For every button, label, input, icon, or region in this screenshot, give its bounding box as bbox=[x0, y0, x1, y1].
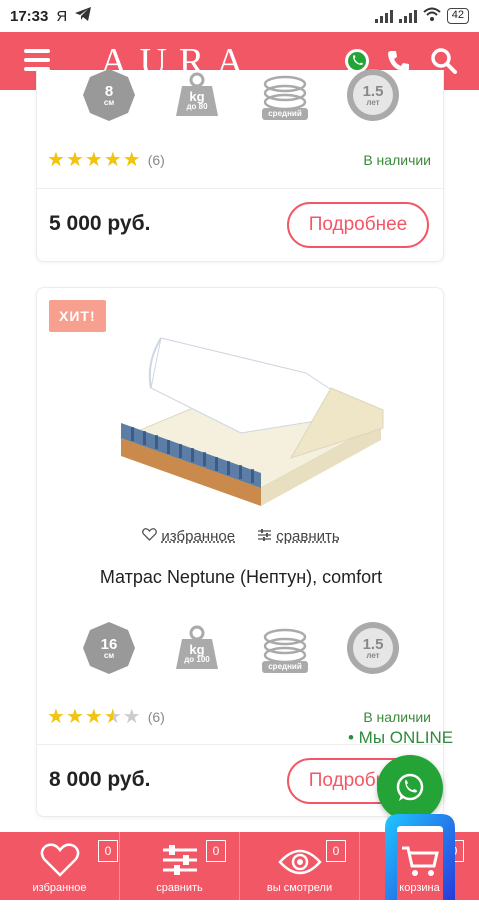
nav-label: сравнить bbox=[156, 882, 203, 894]
compare-count: 0 bbox=[206, 840, 226, 862]
star-icon: ★ bbox=[84, 149, 103, 171]
price: 5 000 руб. bbox=[49, 212, 151, 235]
firmness-badge: средний bbox=[256, 66, 314, 124]
product-specs: 8 см kg до 80 средний 1.5 лет bbox=[37, 66, 445, 124]
heart-icon bbox=[142, 528, 158, 541]
product-image[interactable] bbox=[91, 328, 391, 523]
weight-badge: kg до 80 bbox=[168, 66, 226, 124]
height-badge: 8 см bbox=[80, 66, 138, 124]
status-time: 17:33 bbox=[10, 7, 49, 25]
product-actions: избранное сравнить bbox=[37, 528, 445, 545]
signal-icon bbox=[374, 9, 393, 23]
rating-stars: ★ ★ ★ ★ ★ (6) bbox=[47, 150, 165, 170]
product-card: 8 см kg до 80 средний 1.5 лет ★ ★ ★ ★ ★ (6)… bbox=[36, 69, 445, 262]
star-icon: ★ bbox=[84, 706, 103, 728]
compare-link[interactable]: сравнить bbox=[257, 528, 340, 545]
eye-icon bbox=[277, 849, 322, 875]
nav-label: вы смотрели bbox=[266, 882, 333, 894]
star-icon: ★ bbox=[47, 149, 65, 171]
warranty-badge: 1.5 лет bbox=[344, 619, 402, 677]
star-icon: ★ bbox=[47, 706, 65, 728]
nav-favorites[interactable]: 0 избранное bbox=[0, 832, 120, 900]
price: 8 000 руб. bbox=[49, 768, 151, 791]
star-icon: ★ bbox=[122, 149, 141, 171]
rating-stars: ★ ★ ★ ★ ★ (6) bbox=[47, 707, 165, 727]
status-bar: 17:33 Я 42 bbox=[0, 0, 479, 32]
star-icon: ★ bbox=[65, 149, 84, 171]
divider bbox=[37, 188, 445, 189]
wifi-icon bbox=[423, 7, 441, 25]
battery-icon: 42 bbox=[446, 8, 469, 24]
availability: В наличии bbox=[363, 152, 431, 168]
star-empty-icon: ★ bbox=[122, 706, 141, 728]
star-half-icon: ★ bbox=[103, 706, 122, 728]
signal-icon bbox=[398, 9, 417, 23]
star-icon: ★ bbox=[65, 706, 84, 728]
nav-compare[interactable]: 0 сравнить bbox=[120, 832, 240, 900]
weight-badge: kg до 100 bbox=[168, 619, 226, 677]
firmness-badge: средний bbox=[256, 619, 314, 677]
online-status: • Мы ONLINE bbox=[348, 728, 454, 747]
favorites-count: 0 bbox=[98, 840, 118, 862]
details-button[interactable]: Подробнее bbox=[287, 202, 429, 248]
warranty-badge: 1.5 лет bbox=[344, 66, 402, 124]
telegram-icon bbox=[75, 7, 92, 25]
sliders-icon bbox=[162, 845, 197, 875]
star-icon: ★ bbox=[103, 149, 122, 171]
height-badge: 16 см bbox=[80, 619, 138, 677]
sliders-icon bbox=[258, 529, 272, 541]
heart-icon bbox=[40, 843, 79, 877]
whatsapp-icon bbox=[396, 773, 424, 801]
yandex-icon: Я bbox=[56, 7, 68, 25]
availability: В наличии bbox=[363, 709, 431, 725]
nav-label: избранное bbox=[32, 882, 87, 894]
review-count[interactable]: (6) bbox=[148, 152, 165, 168]
product-specs: 16 см kg до 100 средний 1.5 лет bbox=[37, 619, 445, 677]
review-count[interactable]: (6) bbox=[148, 709, 165, 725]
favorite-link[interactable]: избранное bbox=[142, 528, 235, 545]
product-title[interactable]: Матрас Neptune (Нептун), comfort bbox=[37, 567, 445, 588]
viewed-count: 0 bbox=[326, 840, 346, 862]
system-nav-bar bbox=[0, 900, 479, 920]
nav-viewed[interactable]: 0 вы смотрели bbox=[240, 832, 360, 900]
